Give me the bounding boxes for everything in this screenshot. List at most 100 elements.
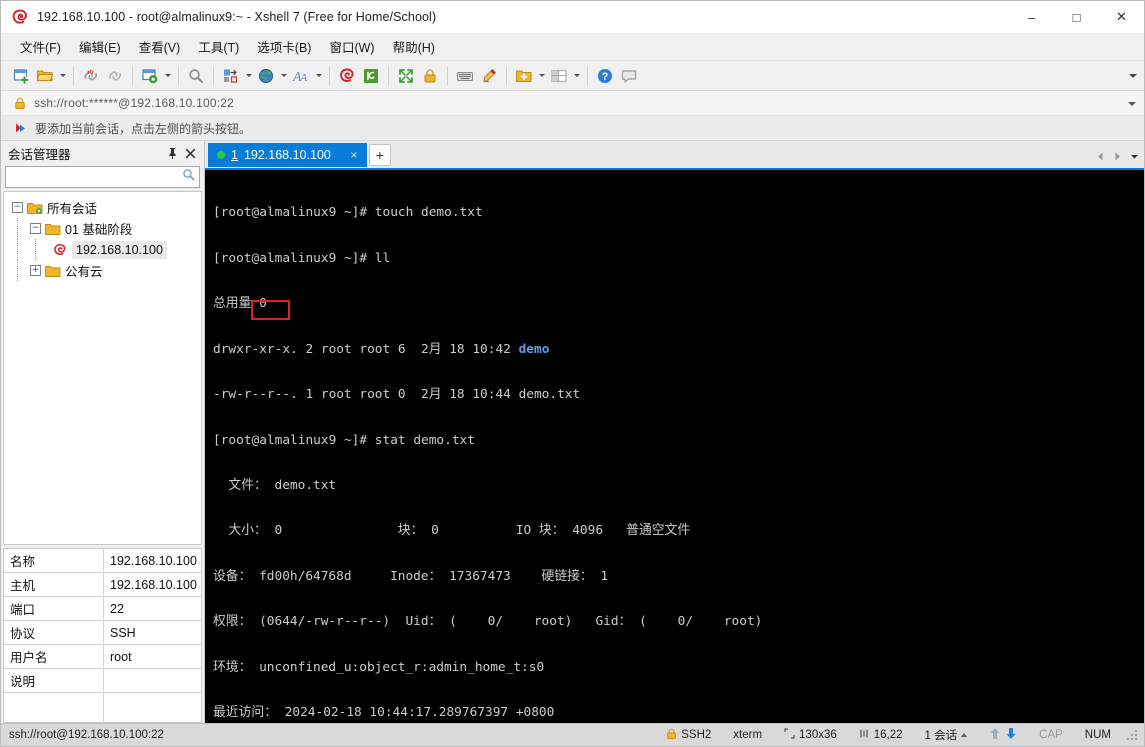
status-term-type: xterm [733,729,763,741]
menu-file[interactable]: 文件(F) [11,33,70,60]
transfer-file-icon[interactable] [219,64,243,88]
tab-bar-controls [1093,146,1142,166]
resize-grip[interactable] [1126,729,1138,741]
title-bar: 192.168.10.100 - root@almalinux9:~ - Xsh… [1,1,1144,33]
font-icon[interactable]: A A [289,64,313,88]
toolbar-overflow-icon[interactable] [1126,61,1140,91]
toolbar-separator [329,66,330,85]
pin-icon[interactable] [163,144,181,162]
new-tab-button[interactable]: + [368,144,391,166]
search-input[interactable] [10,169,182,185]
toolbar-separator [73,66,74,85]
terminal-line: drwxr-xr-x. 2 root root 6 2月 18 10:42 de… [213,342,1144,357]
tree-node-all-sessions[interactable]: − 所有会话 [4,197,201,218]
terminal-text: -rw-r--r--. 1 root root 0 2月 18 10:44 de… [213,387,581,403]
add-folder-icon[interactable] [512,64,536,88]
table-row: 主机 192.168.10.100 [4,573,201,597]
session-properties-dropdown-icon[interactable] [162,64,173,88]
folder-root-icon [27,201,43,215]
address-bar[interactable]: ssh://root:******@192.168.10.100:22 [1,91,1144,116]
close-button[interactable]: ✕ [1099,1,1144,33]
table-row: 说明 [4,669,201,693]
status-num-lock: NUM [1084,729,1111,741]
xftp-icon[interactable] [359,64,383,88]
transfer-file-dropdown-icon[interactable] [243,64,254,88]
status-right-group: SSH2 xterm 130x36 16,22 1 会话 CAP NUM [655,727,1138,743]
prop-key: 用户名 [4,645,104,668]
prop-key: 说明 [4,669,104,692]
chevron-down-icon[interactable] [1128,91,1136,116]
find-icon[interactable] [184,64,208,88]
close-icon[interactable] [181,144,199,162]
xshell-session-icon [52,243,68,257]
tree-expander-icon[interactable]: + [30,265,41,276]
session-properties-icon[interactable] [138,64,162,88]
status-transfer [978,727,1028,743]
tree-expander-icon[interactable]: − [30,223,41,234]
status-sessions[interactable]: 1 会话 [914,727,979,743]
terminal-line: [root@almalinux9 ~]# ll [213,251,1144,266]
lock-icon[interactable] [418,64,442,88]
red-arrow-icon [14,122,28,135]
tree-expander-icon[interactable]: − [12,202,23,213]
globe-icon[interactable] [254,64,278,88]
session-properties-table: 名称 192.168.10.100 主机 192.168.10.100 端口 2… [3,548,202,723]
svg-text:A: A [300,72,308,84]
chevron-left-icon[interactable] [1093,146,1108,166]
xshell-spiral-icon [11,8,29,26]
keyboard-icon[interactable] [453,64,477,88]
screen-size-icon [784,728,795,742]
layout-icon[interactable] [547,64,571,88]
menu-window[interactable]: 窗口(W) [320,33,383,60]
help-icon[interactable]: ? [593,64,617,88]
font-dropdown-icon[interactable] [313,64,324,88]
tab-close-icon[interactable]: × [347,148,361,162]
search-icon[interactable] [182,168,195,186]
menu-tabs[interactable]: 选项卡(B) [248,33,320,60]
layout-dropdown-icon[interactable] [571,64,582,88]
table-row: 端口 22 [4,597,201,621]
tab-192-168-10-100[interactable]: 1 192.168.10.100 × [208,143,367,167]
tree-node-session-192-168-10-100[interactable]: 192.168.10.100 [4,239,201,260]
tree-node-basic-stage[interactable]: − 01 基础阶段 [4,218,201,239]
maximize-button[interactable]: □ [1054,1,1099,33]
chevron-down-icon[interactable] [1127,146,1142,166]
terminal-line: 环境： unconfined_u:object_r:admin_home_t:s… [213,660,1144,675]
fullscreen-icon[interactable] [394,64,418,88]
tab-index: 1 [231,148,238,162]
table-row: 用户名 root [4,645,201,669]
caret-up-icon[interactable] [961,733,968,737]
session-manager-panel: 会话管理器 − 所有会话 − 01 基础阶段 192.168.10.100 + … [1,141,205,723]
toolbar-separator [447,66,448,85]
disconnect-icon[interactable] [79,64,103,88]
status-sessions-label: 1 会话 [924,730,958,742]
terminal-text: [root@almalinux9 ~]# stat demo.txt [213,432,475,448]
globe-dropdown-icon[interactable] [278,64,289,88]
open-folder-icon[interactable] [33,64,57,88]
reconnect-icon[interactable] [103,64,127,88]
cursor-pos-icon [859,728,870,742]
tab-label: 192.168.10.100 [243,148,331,162]
terminal-output[interactable]: [root@almalinux9 ~]# touch demo.txt [roo… [205,168,1144,723]
window-title: 192.168.10.100 - root@almalinux9:~ - Xsh… [37,10,437,24]
session-tree[interactable]: − 所有会话 − 01 基础阶段 192.168.10.100 + 公有云 [3,191,202,545]
terminal-line: [root@almalinux9 ~]# touch demo.txt [213,205,1144,220]
session-search-box[interactable] [5,166,200,188]
tree-node-public-cloud[interactable]: + 公有云 [4,260,201,281]
prop-value: root [110,649,132,664]
menu-tools[interactable]: 工具(T) [189,33,248,60]
menu-view[interactable]: 查看(V) [130,33,190,60]
add-folder-dropdown-icon[interactable] [536,64,547,88]
open-folder-dropdown-icon[interactable] [57,64,68,88]
xshell-icon[interactable] [335,64,359,88]
minimize-button[interactable]: – [1009,1,1054,33]
highlight-icon[interactable] [477,64,501,88]
menu-help[interactable]: 帮助(H) [384,33,444,60]
new-session-icon[interactable] [9,64,33,88]
menu-edit[interactable]: 编辑(E) [70,33,130,60]
terminal-line: 最近访问： 2024-02-18 10:44:17.289767397 +080… [213,705,1144,720]
lock-icon [14,97,26,110]
terminal-text: [root@almalinux9 ~]# ll [213,250,391,266]
chat-icon[interactable] [617,64,641,88]
chevron-right-icon[interactable] [1110,146,1125,166]
